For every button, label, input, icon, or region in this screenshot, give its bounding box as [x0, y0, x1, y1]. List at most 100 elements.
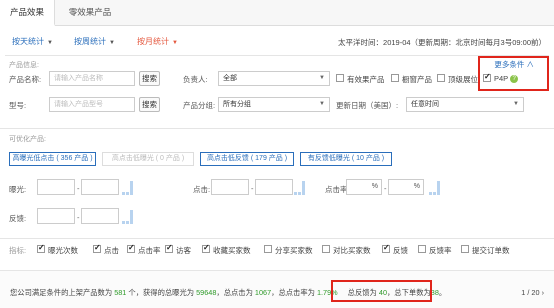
- ctr-min-input[interactable]: %: [346, 179, 382, 195]
- optimize-panel: 可优化产品: 高曝光低点击 ( 356 产品 ) 高点击低曝光 ( 0 产品 )…: [0, 128, 554, 238]
- chevron-down-icon: ▼: [513, 101, 519, 107]
- metric-feedback-rate-checkbox[interactable]: [418, 245, 426, 253]
- metrics-row: 指标: 曝光次数 点击 点击率 访客 收藏买家数 分享买家数 对比买家数 反馈 …: [0, 238, 554, 256]
- click-min-input[interactable]: [211, 179, 249, 195]
- metric-favorite-checkbox[interactable]: [202, 243, 210, 253]
- weekly-stat-label: 按周统计: [74, 37, 106, 46]
- metric-exposure-checkbox[interactable]: [37, 243, 45, 253]
- exposure-min-input[interactable]: [37, 179, 75, 195]
- metric-compare-checkbox[interactable]: [322, 245, 330, 253]
- effective-checkbox[interactable]: [336, 74, 344, 82]
- chevron-down-icon: ▼: [319, 101, 325, 107]
- pill-high-click-low-feedback[interactable]: 高点击低反馈 ( 179 产品 ): [200, 152, 294, 166]
- summary-p4: ，总点击率为: [271, 288, 317, 297]
- showcase-label: 橱窗产品: [402, 75, 432, 84]
- metric-ctr-label: 点击率: [138, 246, 161, 255]
- metric-compare-label: 对比买家数: [333, 246, 371, 255]
- pill-high-exposure-low-click[interactable]: 高曝光低点击 ( 356 产品 ): [9, 152, 96, 166]
- metric-click-checkbox[interactable]: [93, 243, 101, 253]
- group-label: 产品分组:: [183, 101, 216, 110]
- top-booth-label: 顶级展位: [448, 75, 478, 84]
- metric-feedback-rate-label: 反馈率: [429, 246, 452, 255]
- product-name-label: 产品名称:: [9, 75, 42, 84]
- metric-share-checkbox[interactable]: [264, 245, 272, 253]
- ctr-max-pct: %: [413, 183, 420, 190]
- product-info-title: 产品信息:: [9, 62, 39, 69]
- metric-ctr-checkbox[interactable]: [127, 243, 135, 253]
- metric-orders-checkbox[interactable]: [461, 245, 469, 253]
- summary-p2: 个，获得的总曝光为: [126, 288, 197, 297]
- group-value: 所有分组: [223, 101, 251, 108]
- caret-down-icon: ▼: [172, 40, 178, 46]
- feedback-min-input[interactable]: [37, 208, 75, 224]
- metric-orders-label: 提交订单数: [472, 246, 510, 255]
- tab-bar: 产品效果 零效果产品: [0, 0, 554, 26]
- metrics-label: 指标:: [9, 246, 27, 255]
- summary-footer: 您公司满足条件的上架产品数为 581 个，获得的总曝光为 59648，总点击为 …: [0, 270, 554, 308]
- metric-feedback-checkbox[interactable]: [382, 243, 390, 253]
- p4p-label: P4P?: [494, 74, 519, 84]
- showcase-checkbox[interactable]: [391, 74, 399, 82]
- group-select[interactable]: 所有分组 ▼: [218, 97, 330, 112]
- chevron-down-icon: ▼: [319, 75, 325, 81]
- metric-favorite-label: 收藏买家数: [213, 246, 251, 255]
- product-search-button[interactable]: 搜索: [139, 71, 160, 86]
- tab-zero-effect[interactable]: 零效果产品: [56, 0, 124, 26]
- range-dash: -: [77, 184, 80, 193]
- caret-down-icon: ▼: [109, 40, 115, 46]
- feedback-max-input[interactable]: [81, 208, 119, 224]
- exposure-max-input[interactable]: [81, 179, 119, 195]
- stat-toolbar: 按天统计 ▼ 按周统计 ▼ 按月统计 ▼ 太平洋时间：2019-04（更新周期：北京时…: [0, 36, 554, 50]
- monthly-stat-button[interactable]: 按月统计 ▼: [137, 36, 178, 47]
- optimize-title: 可优化产品:: [9, 136, 46, 143]
- click-spark-icon: [294, 181, 306, 195]
- summary-orders: 38: [430, 288, 439, 297]
- owner-value: 全部: [223, 75, 237, 82]
- top-booth-checkbox[interactable]: [437, 74, 445, 82]
- range-dash: -: [384, 184, 387, 193]
- product-name-input[interactable]: 请输入产品名称: [49, 71, 135, 86]
- p4p-checkbox[interactable]: [483, 72, 491, 82]
- click-label: 点击:: [193, 185, 211, 194]
- update-date-label: 更新日期（美国）:: [336, 101, 399, 110]
- weekly-stat-button[interactable]: 按周统计 ▼: [74, 36, 115, 47]
- tab-product-effect[interactable]: 产品效果: [0, 0, 55, 26]
- metric-visitor-label: 访客: [176, 246, 191, 255]
- update-date-select[interactable]: 任意时间 ▼: [406, 97, 524, 112]
- pill-high-click-low-exposure: 高点击低曝光 ( 0 产品 ): [102, 152, 194, 166]
- feedback-spark-icon: [122, 210, 134, 224]
- model-input[interactable]: 请输入产品型号: [49, 97, 135, 112]
- range-dash: -: [251, 184, 254, 193]
- ctr-max-input[interactable]: %: [388, 179, 424, 195]
- page-indicator: 1 / 20: [521, 288, 540, 297]
- summary-p1: 您公司满足条件的上架产品数为: [10, 288, 115, 297]
- ctr-spark-icon: [429, 181, 441, 195]
- click-max-input[interactable]: [255, 179, 293, 195]
- p4p-text: P4P: [494, 74, 509, 83]
- metric-visitor-checkbox[interactable]: [165, 243, 173, 253]
- owner-label: 负责人:: [183, 75, 208, 84]
- update-date-value: 任意时间: [411, 101, 439, 108]
- summary-exposure: 59648: [196, 288, 217, 297]
- daily-stat-button[interactable]: 按天统计 ▼: [12, 36, 53, 47]
- exposure-label: 曝光:: [9, 185, 27, 194]
- monthly-stat-label: 按月统计: [137, 37, 169, 46]
- model-label: 型号:: [9, 101, 27, 110]
- range-dash: -: [77, 213, 80, 222]
- summary-p7: 。: [438, 288, 447, 297]
- model-search-button[interactable]: 搜索: [139, 97, 160, 112]
- metric-exposure-label: 曝光次数: [48, 246, 78, 255]
- effective-label: 有效果产品: [347, 75, 385, 84]
- metric-feedback-label: 反馈: [393, 246, 408, 255]
- help-icon[interactable]: ?: [510, 75, 519, 84]
- pill-feedback-low-exposure[interactable]: 有反馈低曝光 ( 10 产品 ): [300, 152, 392, 166]
- period-text: 太平洋时间：2019-04（更新周期：北京时间每月3号09:00前）: [338, 38, 546, 47]
- owner-select[interactable]: 全部 ▼: [218, 71, 330, 86]
- exposure-spark-icon: [122, 181, 134, 195]
- summary-p3: ，总点击为: [216, 288, 255, 297]
- summary-clicks: 1067: [254, 288, 272, 297]
- chevron-right-icon[interactable]: ›: [542, 288, 544, 297]
- filter-panel: 产品信息: 更多条件 ∧ 产品名称: 请输入产品名称 搜索 负责人: 全部 ▼ 有…: [5, 55, 549, 116]
- feedback-label: 反馈:: [9, 214, 27, 223]
- highlight-box-summary: [331, 280, 432, 302]
